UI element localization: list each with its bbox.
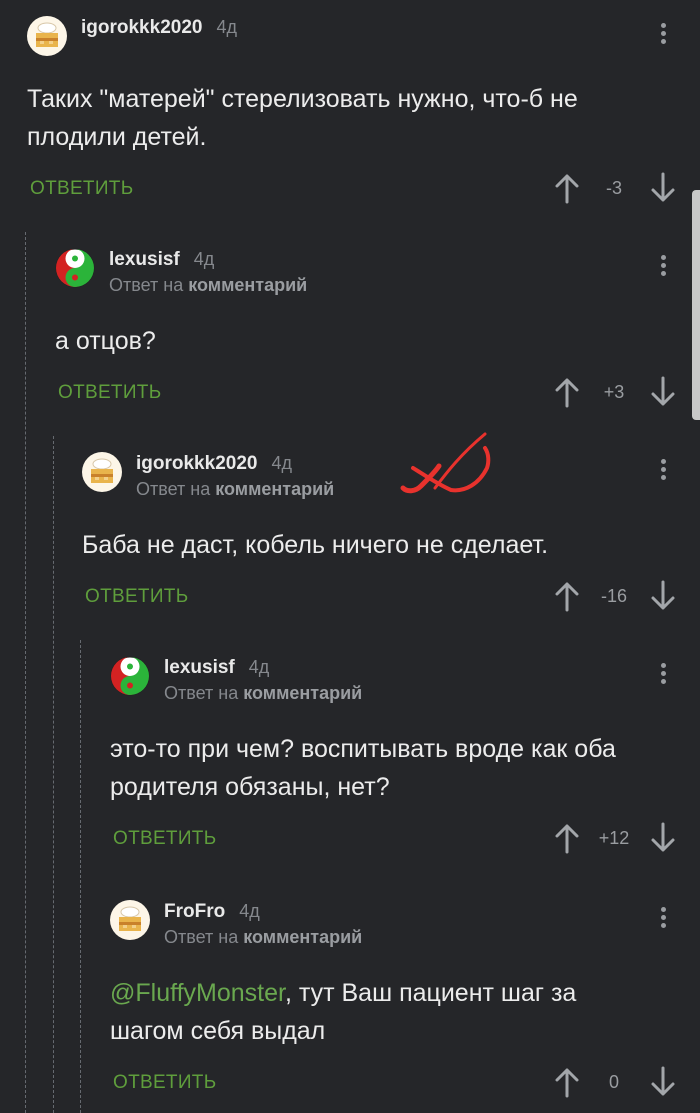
cake-avatar-icon <box>82 452 122 492</box>
comment-menu-button[interactable] <box>653 904 673 934</box>
comment-time: 4д <box>271 453 292 473</box>
downvote-arrow-icon[interactable] <box>649 376 677 408</box>
comment-text: а отцов? <box>55 327 156 355</box>
comment: igorokkk2020 4д Таких "матерей" стерелизо… <box>27 6 700 214</box>
thread-line-level-3 <box>80 640 81 1113</box>
menu-dot-icon <box>660 663 666 668</box>
menu-dot-icon <box>660 907 666 912</box>
menu-dot-icon <box>660 271 666 276</box>
comment-menu-button[interactable] <box>653 252 673 282</box>
author-name[interactable]: igorokkk2020 4д <box>81 17 237 39</box>
author-name[interactable]: lexusisf 4д <box>109 249 214 271</box>
comment-time: 4д <box>248 657 270 677</box>
thread-line-level-1 <box>25 232 26 1113</box>
avatar[interactable] <box>110 656 150 696</box>
downvote-arrow-icon[interactable] <box>649 822 677 854</box>
comment: lexusisf 4д Ответ на комментарий это-то п… <box>110 646 700 864</box>
reply-to-link[interactable]: комментарий <box>188 275 307 295</box>
reply-button[interactable]: ОТВЕТИТЬ <box>113 828 216 850</box>
comment: lexusisf 4д Ответ на комментарий а отцов?… <box>55 238 700 418</box>
reply-to-line: Ответ на комментарий <box>136 479 335 499</box>
downvote-arrow-icon[interactable] <box>649 1066 677 1098</box>
reply-to-link[interactable]: комментарий <box>243 683 362 703</box>
comment-time: 4д <box>216 17 237 37</box>
comment: igorokkk2020 4д Ответ на комментарий Баба… <box>82 442 700 622</box>
yinyang-avatar-icon <box>55 248 95 288</box>
reply-button[interactable]: ОТВЕТИТЬ <box>85 586 188 608</box>
author-name[interactable]: igorokkk2020 4д <box>136 453 292 475</box>
rating-value: -16 <box>600 586 627 606</box>
menu-dot-icon <box>660 467 666 472</box>
author-name[interactable]: lexusisf 4д <box>164 657 269 679</box>
rating-value: 0 <box>608 1072 619 1092</box>
comment-menu-button[interactable] <box>653 456 673 486</box>
reply-to-link[interactable]: комментарий <box>215 479 334 499</box>
comment-text: @FluffyMonster, тут Ваш пациент шаг за ш… <box>110 979 577 1045</box>
comment: FroFro 4д Ответ на комментарий @FluffyMon… <box>110 890 700 1108</box>
avatar[interactable] <box>110 900 150 940</box>
menu-dot-icon <box>660 31 666 36</box>
user-mention-link[interactable]: @FluffyMonster <box>110 979 285 1007</box>
comment-menu-button[interactable] <box>653 660 673 690</box>
menu-dot-icon <box>660 39 666 44</box>
reply-to-line: Ответ на комментарий <box>164 927 363 947</box>
cake-avatar-icon <box>110 900 150 940</box>
comment-text: Таких "матерей" стерелизовать нужно, что… <box>27 85 578 151</box>
thread-line-level-2 <box>53 436 54 1113</box>
rating-value: +3 <box>603 382 625 402</box>
comment-menu-button[interactable] <box>653 20 673 50</box>
menu-dot-icon <box>660 459 666 464</box>
menu-dot-icon <box>660 263 666 268</box>
reply-button[interactable]: ОТВЕТИТЬ <box>113 1072 216 1094</box>
menu-dot-icon <box>660 255 666 260</box>
menu-dot-icon <box>660 475 666 480</box>
red-scribble-annotation-icon <box>400 432 491 494</box>
author-name[interactable]: FroFro 4д <box>164 901 260 923</box>
comment-time: 4д <box>239 901 260 921</box>
rating-value: -3 <box>605 178 622 198</box>
downvote-arrow-icon[interactable] <box>649 172 677 204</box>
reply-button[interactable]: ОТВЕТИТЬ <box>58 382 161 404</box>
comment-time: 4д <box>193 249 215 269</box>
reply-to-line: Ответ на комментарий <box>109 275 308 295</box>
cake-avatar-icon <box>27 16 67 56</box>
comment-text: Баба не даст, кобель ничего не сделает. <box>82 531 549 559</box>
downvote-arrow-icon[interactable] <box>649 580 677 612</box>
avatar[interactable] <box>55 248 95 288</box>
menu-dot-icon <box>660 923 666 928</box>
reply-button[interactable]: ОТВЕТИТЬ <box>30 178 133 200</box>
reply-to-link[interactable]: комментарий <box>243 927 362 947</box>
menu-dot-icon <box>660 671 666 676</box>
reply-to-line: Ответ на комментарий <box>164 683 363 703</box>
menu-dot-icon <box>660 23 666 28</box>
rating-value: +12 <box>598 828 630 848</box>
menu-dot-icon <box>660 915 666 920</box>
avatar[interactable] <box>27 16 67 56</box>
menu-dot-icon <box>660 679 666 684</box>
yinyang-avatar-icon <box>110 656 150 696</box>
avatar[interactable] <box>82 452 122 492</box>
comment-text: это-то при чем? воспитывать вроде как об… <box>110 735 616 801</box>
